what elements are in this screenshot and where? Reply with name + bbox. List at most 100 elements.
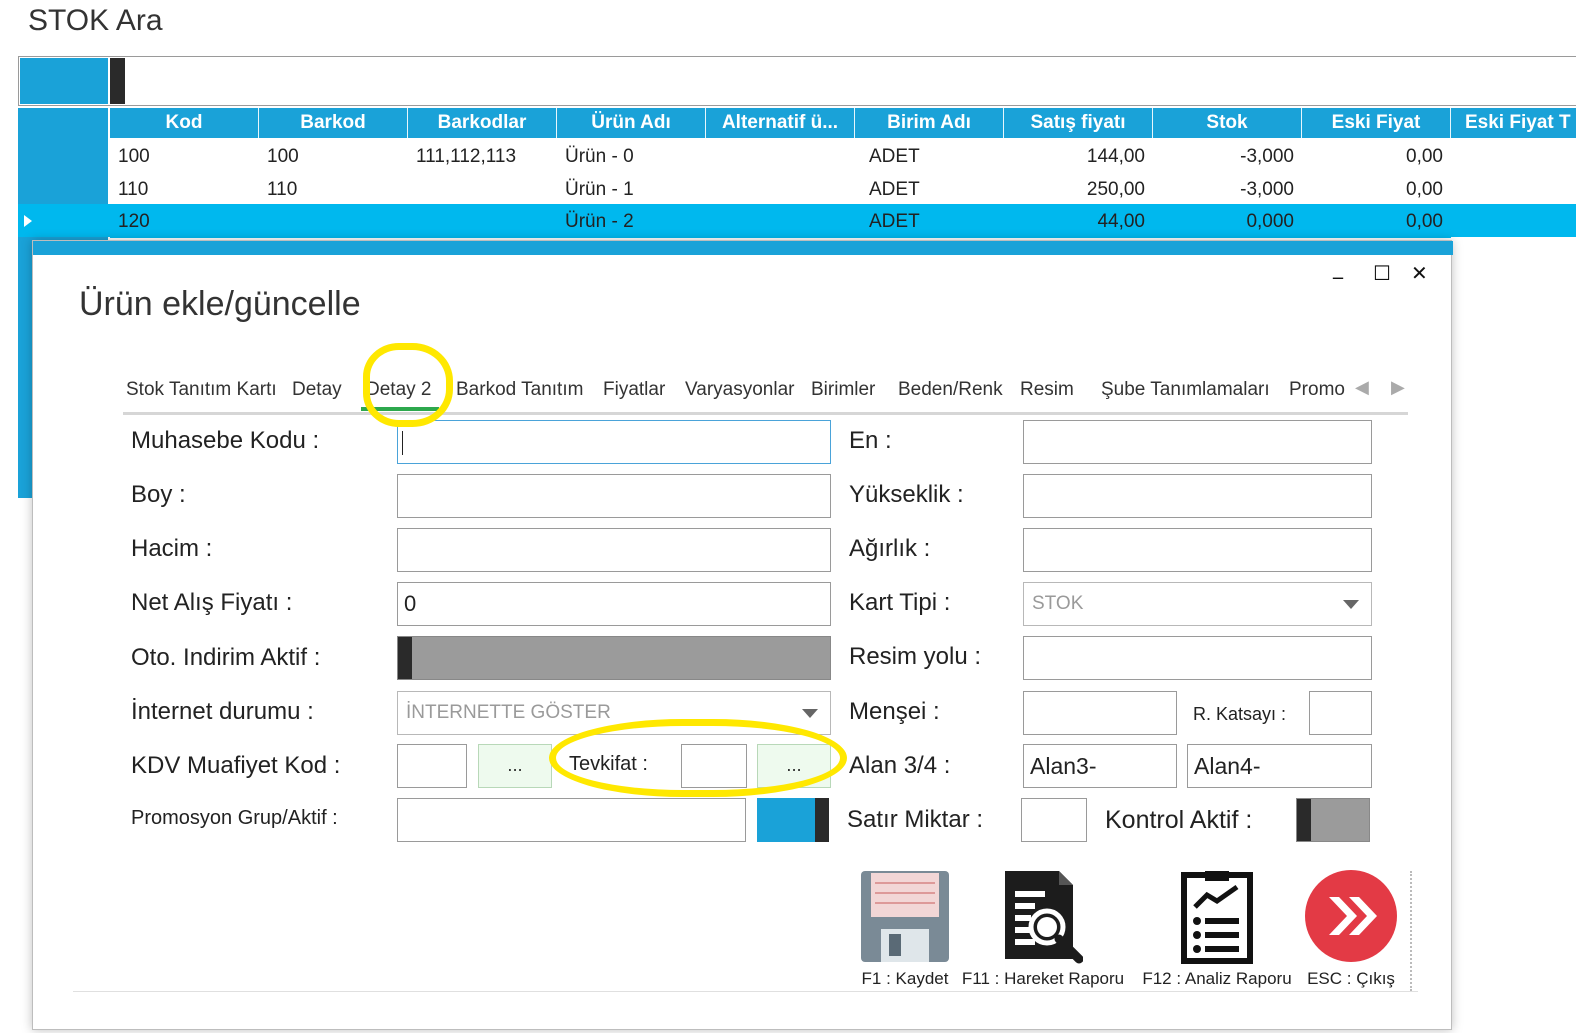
label-r-katsayi: R. Katsayı : xyxy=(1193,704,1287,724)
mensei-input[interactable] xyxy=(1023,691,1177,735)
column-header-kod[interactable]: Kod xyxy=(110,108,259,138)
dialog-accent-bar xyxy=(33,241,1453,255)
kart-tipi-select[interactable]: STOK xyxy=(1023,582,1372,626)
yukseklik-input[interactable] xyxy=(1023,474,1372,518)
agirlik-input[interactable] xyxy=(1023,528,1372,572)
tab-detay-2[interactable]: Detay 2 xyxy=(361,375,440,411)
save-button[interactable]: F1 : Kaydet xyxy=(859,869,951,988)
promosyon-grup-input[interactable] xyxy=(397,798,746,842)
cell-barkodlar: 111,112,113 xyxy=(416,146,517,167)
chevron-down-icon xyxy=(1343,600,1359,609)
table-row[interactable]: 100 100 111,112,113 Ürün - 0 ADET 144,00… xyxy=(110,140,1451,173)
text-caret xyxy=(402,431,403,455)
grid-header: Kod Barkod Barkodlar Ürün Adı Alternatif… xyxy=(110,108,1576,138)
cell-satis: 44,00 xyxy=(1097,211,1145,232)
table-row[interactable]: 110 110 Ürün - 1 ADET 250,00 -3,000 0,00 xyxy=(110,173,1451,206)
close-icon[interactable]: ✕ xyxy=(1411,261,1428,285)
cell-barkodlar xyxy=(408,205,557,238)
tab-prev-icon[interactable]: ◀ xyxy=(1355,377,1369,398)
label-tevkifat: Tevkifat : xyxy=(569,753,648,775)
save-button-label: F1 : Kaydet xyxy=(861,969,949,988)
label-agirlik: Ağırlık : xyxy=(849,535,931,562)
exit-button[interactable]: ESC : Çıkış xyxy=(1303,869,1399,988)
label-promosyon-grup-aktif: Promosyon Grup/Aktif : xyxy=(131,807,338,829)
toggle-knob xyxy=(1297,799,1311,841)
tab-stok-tanitim-karti[interactable]: Stok Tanıtım Kartı xyxy=(126,375,277,405)
satir-miktar-input[interactable] xyxy=(1021,798,1087,842)
cell-satis: 144,00 xyxy=(1086,146,1145,167)
toggle-fill xyxy=(757,798,815,842)
column-header-satis-fiyati[interactable]: Satış fiyatı xyxy=(1004,108,1153,138)
maximize-icon[interactable]: ☐ xyxy=(1373,261,1391,285)
alan3-input[interactable]: Alan3- xyxy=(1023,744,1177,788)
column-header-urun-adi[interactable]: Ürün Adı xyxy=(557,108,706,138)
label-oto-indirim-aktif: Oto. Indirim Aktif : xyxy=(131,644,321,671)
oto-indirim-aktif-toggle[interactable] xyxy=(397,636,831,680)
tab-beden-renk[interactable]: Beden/Renk xyxy=(898,375,1003,405)
label-resim-yolu: Resim yolu : xyxy=(849,643,982,670)
label-hacim: Hacim : xyxy=(131,535,213,562)
cell-stok: -3,000 xyxy=(1240,146,1294,167)
cell-alternatif xyxy=(706,140,855,173)
analysis-report-icon xyxy=(1181,871,1253,964)
toggle-knob xyxy=(398,637,412,679)
tevkifat-input[interactable] xyxy=(681,744,747,788)
tevkifat-browse-button[interactable]: ... xyxy=(757,744,831,788)
kontrol-aktif-toggle[interactable] xyxy=(1296,798,1370,842)
cell-urun-adi: Ürün - 1 xyxy=(565,179,634,200)
boy-input[interactable] xyxy=(397,474,831,518)
column-header-barkodlar[interactable]: Barkodlar xyxy=(408,108,557,138)
analiz-raporu-button[interactable]: F12 : Analiz Raporu xyxy=(1142,869,1292,988)
cell-kod: 120 xyxy=(118,211,150,232)
cell-urun-adi: Ürün - 2 xyxy=(565,211,634,232)
kdv-muafiyet-kod-input[interactable] xyxy=(397,744,467,788)
minimize-icon[interactable]: _ xyxy=(1333,255,1343,279)
cell-birim: ADET xyxy=(869,179,920,200)
en-input[interactable] xyxy=(1023,420,1372,464)
label-internet-durumu: İnternet durumu : xyxy=(131,698,314,725)
column-header-barkod[interactable]: Barkod xyxy=(259,108,408,138)
label-kontrol-aktif: Kontrol Aktif : xyxy=(1105,806,1253,834)
cell-alternatif xyxy=(706,205,855,238)
column-header-birim-adi[interactable]: Birim Adı xyxy=(855,108,1004,138)
tab-barkod-tanitim[interactable]: Barkod Tanıtım xyxy=(456,375,583,405)
cell-barkod: 110 xyxy=(267,179,298,200)
hareket-raporu-label: F11 : Hareket Raporu xyxy=(961,969,1125,988)
tab-fiyatlar[interactable]: Fiyatlar xyxy=(603,375,665,405)
tab-sube-tanimlamalari[interactable]: Şube Tanımlamaları xyxy=(1101,375,1270,405)
net-alis-fiyati-input[interactable]: 0 xyxy=(397,582,831,626)
hacim-input[interactable] xyxy=(397,528,831,572)
tab-varyasyonlar[interactable]: Varyasyonlar xyxy=(685,375,794,405)
kdv-muafiyet-browse-button[interactable]: ... xyxy=(478,744,552,788)
tab-bar: Stok Tanıtım Kartı Detay Detay 2 Barkod … xyxy=(123,375,1408,415)
alan4-input[interactable]: Alan4- xyxy=(1187,744,1372,788)
column-header-eski-fiyat-t[interactable]: Eski Fiyat T xyxy=(1451,108,1576,138)
r-katsayi-input[interactable] xyxy=(1309,691,1372,735)
cell-stok: 0,000 xyxy=(1246,211,1294,232)
tab-detay[interactable]: Detay xyxy=(292,375,342,405)
column-header-eski-fiyat[interactable]: Eski Fiyat xyxy=(1302,108,1451,138)
resim-yolu-input[interactable] xyxy=(1023,636,1372,680)
promosyon-aktif-toggle[interactable] xyxy=(757,798,831,842)
internet-durumu-select[interactable]: İNTERNETTE GÖSTER xyxy=(397,691,831,735)
search-row[interactable] xyxy=(18,56,1576,106)
muhasebe-kodu-input[interactable] xyxy=(397,420,831,464)
tab-next-icon[interactable]: ▶ xyxy=(1391,377,1405,398)
tab-birimler[interactable]: Birimler xyxy=(811,375,875,405)
label-kart-tipi: Kart Tipi : xyxy=(849,589,951,616)
label-satir-miktar: Satır Miktar : xyxy=(847,806,984,833)
tab-resim[interactable]: Resim xyxy=(1020,375,1074,405)
tab-promo[interactable]: Promo xyxy=(1289,375,1345,405)
label-mensei: Menşei : xyxy=(849,698,940,725)
current-row-arrow-icon xyxy=(24,215,32,227)
toggle-knob xyxy=(815,798,829,842)
dialog-title: Ürün ekle/güncelle xyxy=(79,285,361,323)
table-row-selected[interactable]: 120 Ürün - 2 ADET 44,00 0,000 0,00 xyxy=(110,205,1451,238)
column-header-stok[interactable]: Stok xyxy=(1153,108,1302,138)
cell-eski-fiyat: 0,00 xyxy=(1406,146,1443,167)
column-header-alternatif[interactable]: Alternatif ü... xyxy=(706,108,855,138)
hareket-raporu-button[interactable]: F11 : Hareket Raporu xyxy=(962,869,1124,988)
cell-eski-fiyat: 0,00 xyxy=(1406,211,1443,232)
label-yukseklik: Yükseklik : xyxy=(849,481,964,508)
document-search-icon xyxy=(1005,871,1084,964)
